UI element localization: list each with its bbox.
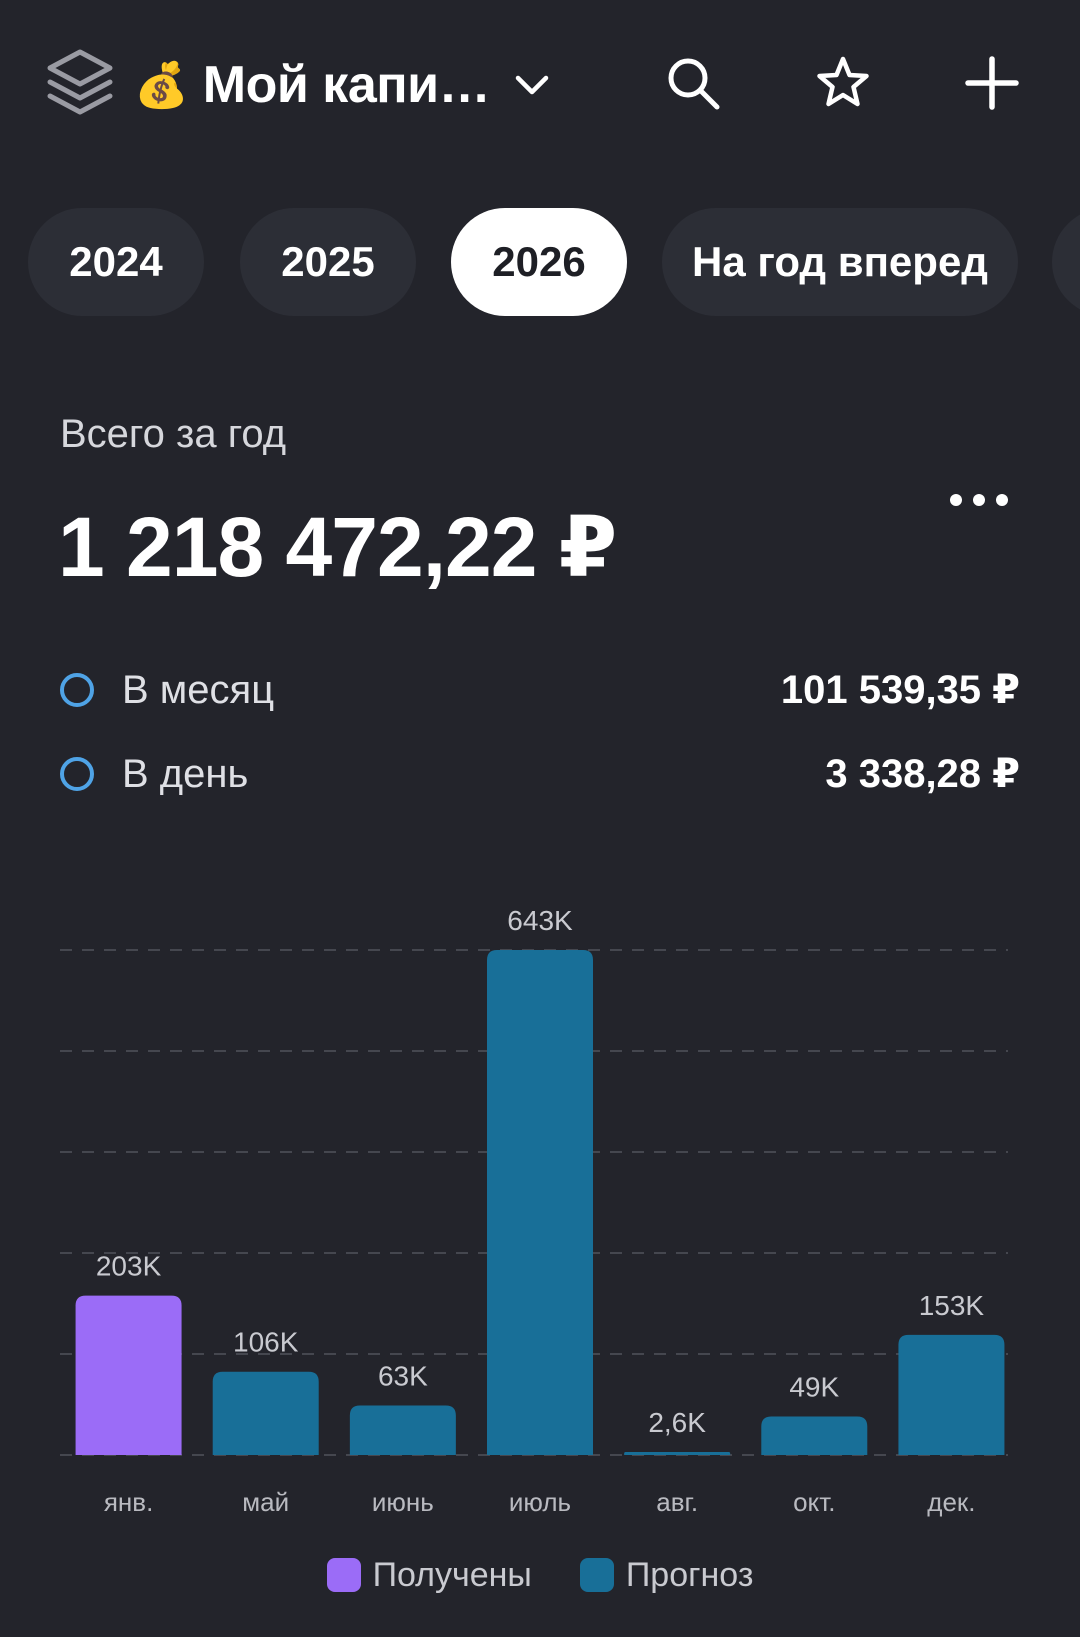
bar-value-label: 49K: [789, 1372, 839, 1403]
top-bar: 💰 Мой капи…: [0, 0, 1080, 170]
per-month-label: В месяц: [122, 667, 275, 712]
tab-overflow[interactable]: [1052, 208, 1080, 316]
year-tabs: 2024 2025 2026 На год вперед: [0, 208, 1080, 318]
portfolio-selector[interactable]: 💰 Мой капи…: [134, 50, 552, 120]
total-label: Всего за год: [60, 412, 287, 456]
x-tick-label: май: [242, 1487, 289, 1517]
legend-swatch-received: [326, 1558, 361, 1592]
bar-value-label: 203K: [96, 1251, 162, 1282]
x-tick-label: авг.: [656, 1487, 698, 1517]
per-month-radio[interactable]: [60, 673, 94, 707]
legend-item-received[interactable]: Получены: [326, 1555, 532, 1595]
tab-year-ahead[interactable]: На год вперед: [662, 208, 1018, 316]
plus-icon[interactable]: [963, 54, 1021, 112]
bar-6: [761, 1416, 868, 1455]
x-tick-label: окт.: [793, 1487, 835, 1517]
payouts-bar-chart: 203K янв. 106K май 63K июнь 643K июль 2,6K авг. 49…: [0, 880, 1080, 1520]
bar-7: [898, 1334, 1005, 1455]
tab-2025[interactable]: 2025: [240, 208, 416, 316]
bar-3: [349, 1405, 456, 1455]
chevron-down-icon: [515, 75, 549, 95]
legend-swatch-forecast: [579, 1558, 614, 1592]
more-options-icon[interactable]: [946, 480, 1012, 520]
bar-value-label: 63K: [378, 1361, 428, 1392]
per-month-value: 101 539,35 ₽: [780, 668, 1020, 712]
portfolio-title: Мой капи…: [202, 56, 491, 114]
bar-value-label: 106K: [233, 1327, 299, 1358]
chart-legend: Получены Прогноз: [0, 1550, 1080, 1600]
search-icon[interactable]: [664, 54, 722, 112]
total-value: 1 218 472,22 ₽: [58, 500, 617, 594]
bar-value-label: 643K: [507, 905, 573, 936]
bar-2: [212, 1371, 319, 1455]
tab-2024[interactable]: 2024: [28, 208, 204, 316]
x-tick-label: июнь: [372, 1487, 434, 1517]
tab-2026[interactable]: 2026: [451, 208, 627, 316]
legend-item-forecast[interactable]: Прогноз: [579, 1555, 754, 1595]
star-icon[interactable]: [814, 54, 872, 112]
legend-label-received: Получены: [372, 1555, 532, 1594]
money-bag-icon: 💰: [134, 60, 189, 111]
bar-value-label: 2,6K: [648, 1407, 706, 1438]
x-tick-label: дек.: [927, 1487, 975, 1517]
bar-4: [487, 950, 593, 1455]
chart-svg: 203K янв. 106K май 63K июнь 643K июль 2,6K авг. 49…: [60, 905, 1008, 1517]
per-day-radio[interactable]: [60, 757, 94, 791]
x-tick-label: июль: [509, 1487, 571, 1517]
layers-icon[interactable]: [44, 46, 116, 118]
x-tick-label: янв.: [104, 1487, 153, 1517]
bar-1: [75, 1295, 182, 1455]
bar-value-label: 153K: [919, 1290, 985, 1321]
per-month-row: В месяц 101 539,35 ₽: [60, 660, 1020, 720]
per-day-label: В день: [122, 751, 249, 796]
per-day-row: В день 3 338,28 ₽: [60, 744, 1020, 804]
legend-label-forecast: Прогноз: [625, 1555, 754, 1594]
bar-5: [624, 1452, 731, 1455]
per-day-value: 3 338,28 ₽: [825, 752, 1020, 796]
